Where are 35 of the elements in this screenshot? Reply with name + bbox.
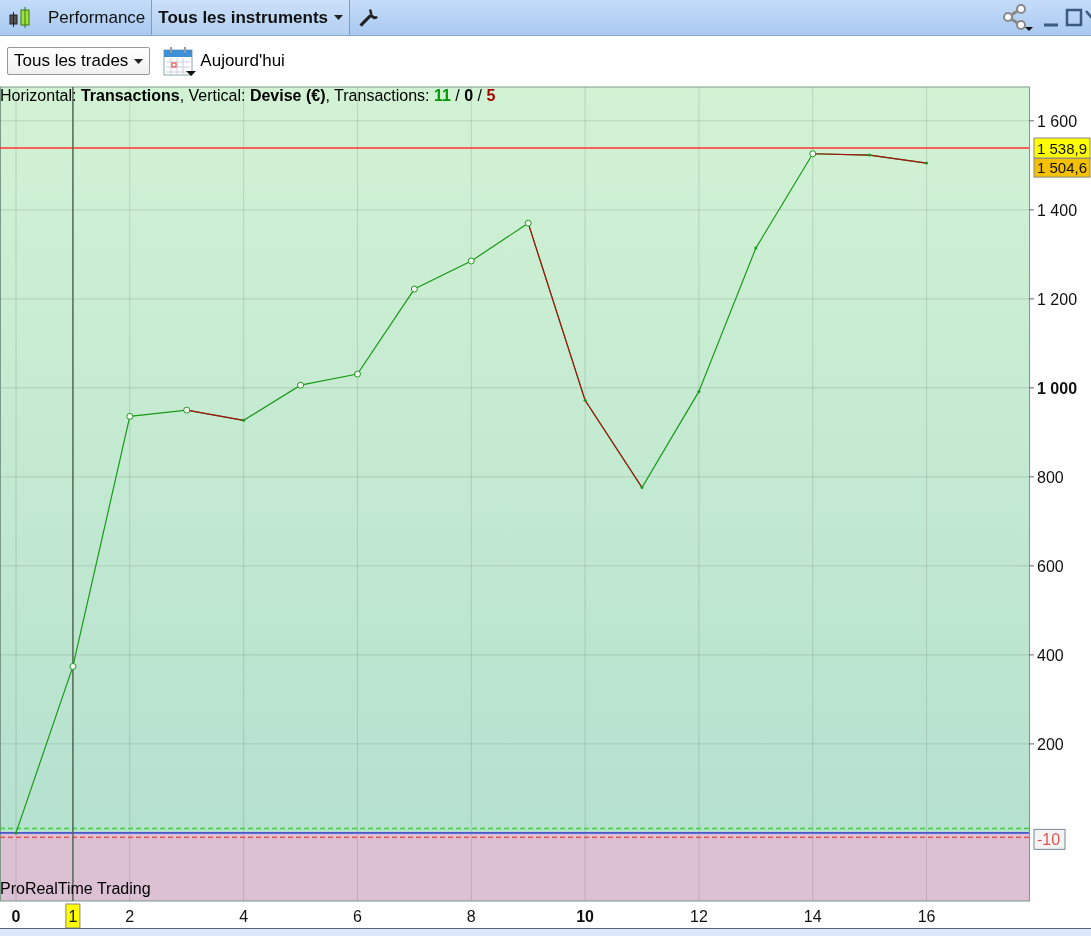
trade-filter-dropdown[interactable]: Tous les trades	[7, 47, 151, 75]
ref-line-label: 1	[68, 908, 78, 925]
wrench-icon[interactable]	[358, 6, 381, 29]
y-axis-label: 600	[1037, 557, 1064, 575]
x-axis-label: 2	[125, 908, 135, 925]
crosshair-x-tag: 1	[65, 903, 81, 928]
calendar-icon[interactable]	[162, 45, 197, 77]
chart-caption: Horizontal: Transactions, Vertical: Devise (€), Transactions: 11 / 0 / 5	[0, 87, 496, 105]
x-axis-label: 12	[690, 908, 708, 925]
x-axis-label: 4	[239, 908, 249, 925]
maximize-icon[interactable]	[1063, 7, 1085, 28]
ref-line-label: -10	[1037, 831, 1061, 849]
date-label[interactable]: Aujourd'hui	[200, 51, 285, 71]
y-axis-label: 1 600	[1037, 112, 1078, 130]
y-axis-label: 1 400	[1037, 201, 1078, 219]
level-tag: -10	[1033, 828, 1066, 850]
x-axis-label: 8	[466, 908, 476, 925]
y-axis-label: 400	[1037, 646, 1064, 664]
y-axis-label: 800	[1037, 468, 1064, 486]
caret-icon	[334, 15, 344, 20]
x-axis-label: 0	[11, 908, 21, 925]
y-axis-label: 1 200	[1037, 290, 1078, 308]
panel-tab[interactable]: Tous les instruments	[152, 0, 351, 35]
x-axis-label: 6	[353, 908, 362, 925]
x-axis-label: 16	[917, 908, 936, 925]
panel-tab[interactable]: Performance	[42, 0, 153, 35]
price-tag: 1 538,9	[1033, 137, 1091, 159]
caret-icon	[134, 58, 144, 64]
share-icon[interactable]	[1001, 3, 1035, 32]
y-axis-label: 200	[1037, 735, 1064, 753]
x-axis-label: 14	[803, 908, 822, 925]
platform-label: ProRealTime Trading	[0, 880, 151, 898]
y-axis-label: 1 000	[1037, 379, 1078, 397]
last-value-tag: 1 504,6	[1033, 157, 1091, 178]
x-axis-label: 10	[576, 908, 594, 925]
